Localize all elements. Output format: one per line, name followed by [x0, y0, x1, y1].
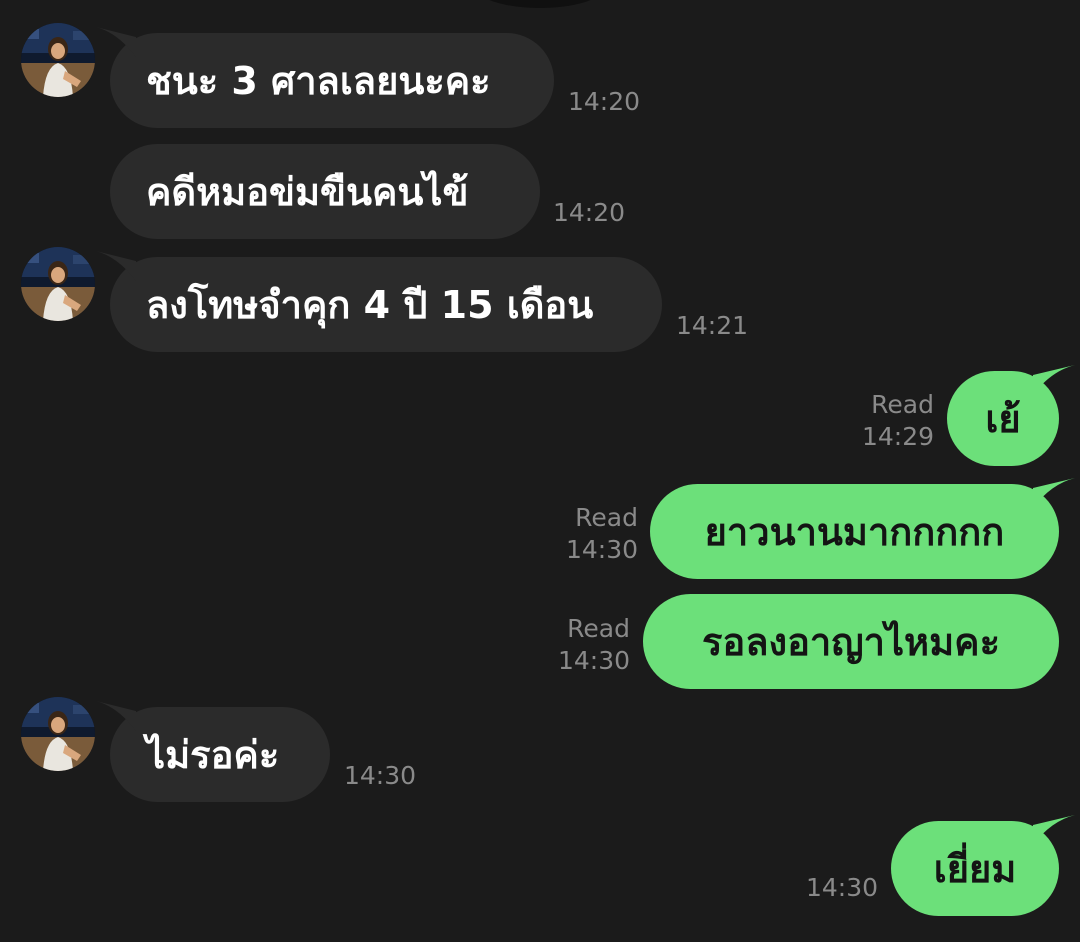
message-time: 14:30	[557, 646, 630, 675]
message-text: เย้	[985, 396, 1021, 441]
message-text: รอลงอาญาไหมคะ	[702, 619, 1000, 664]
top-decoration	[478, 0, 602, 8]
bubble-tail	[96, 27, 136, 57]
message-time: 14:20	[568, 87, 641, 116]
contact-avatar[interactable]	[21, 23, 95, 97]
message-meta: Read 14:29	[840, 389, 934, 453]
message-time: 14:30	[344, 761, 417, 790]
bubble-tail	[1033, 815, 1075, 845]
message-text: ลงโทษจำคุก 4 ปี 15 เดือน	[146, 282, 594, 327]
message-time: 14:30	[805, 873, 878, 902]
message-time: 14:29	[861, 422, 934, 451]
message-bubble[interactable]: ยาวนานมากกกกก	[650, 478, 1075, 579]
message-bubble[interactable]: คดีหมอข่มขืนคนไข้	[110, 144, 540, 239]
message-text: คดีหมอข่มขืนคนไข้	[146, 169, 469, 214]
message-text: ไม่รอค่ะ	[146, 732, 280, 777]
read-status: Read	[575, 503, 638, 532]
contact-avatar[interactable]	[21, 247, 95, 321]
message-bubble[interactable]: เย้	[947, 365, 1075, 466]
message-time: 14:20	[553, 198, 626, 227]
message-meta: 14:20	[553, 197, 631, 229]
message-bubble[interactable]: ไม่รอค่ะ	[96, 701, 330, 802]
message-bubble[interactable]: รอลงอาญาไหมคะ	[643, 594, 1059, 689]
message-bubble[interactable]: ชนะ 3 ศาลเลยนะคะ	[96, 27, 554, 128]
bubble-tail	[96, 701, 136, 731]
message-meta: 14:20	[568, 86, 646, 118]
read-status: Read	[567, 614, 630, 643]
message-bubble[interactable]: ลงโทษจำคุก 4 ปี 15 เดือน	[96, 251, 662, 352]
message-text: ชนะ 3 ศาลเลยนะคะ	[146, 58, 491, 103]
contact-avatar[interactable]	[21, 697, 95, 771]
read-status: Read	[871, 390, 934, 419]
bubble-tail	[96, 251, 136, 281]
message-text: ยาวนานมากกกกก	[704, 509, 1005, 554]
message-meta: 14:21	[676, 310, 754, 342]
bubble-tail	[1033, 365, 1075, 395]
message-text: เยี่ยม	[933, 846, 1017, 891]
message-bubble[interactable]: เยี่ยม	[891, 815, 1075, 916]
message-meta: 14:30	[784, 872, 878, 904]
bubble-tail	[1033, 478, 1075, 508]
message-time: 14:21	[676, 311, 749, 340]
message-meta: 14:30	[344, 760, 422, 792]
message-time: 14:30	[565, 535, 638, 564]
message-meta: Read 14:30	[544, 502, 638, 566]
message-meta: Read 14:30	[536, 613, 630, 677]
